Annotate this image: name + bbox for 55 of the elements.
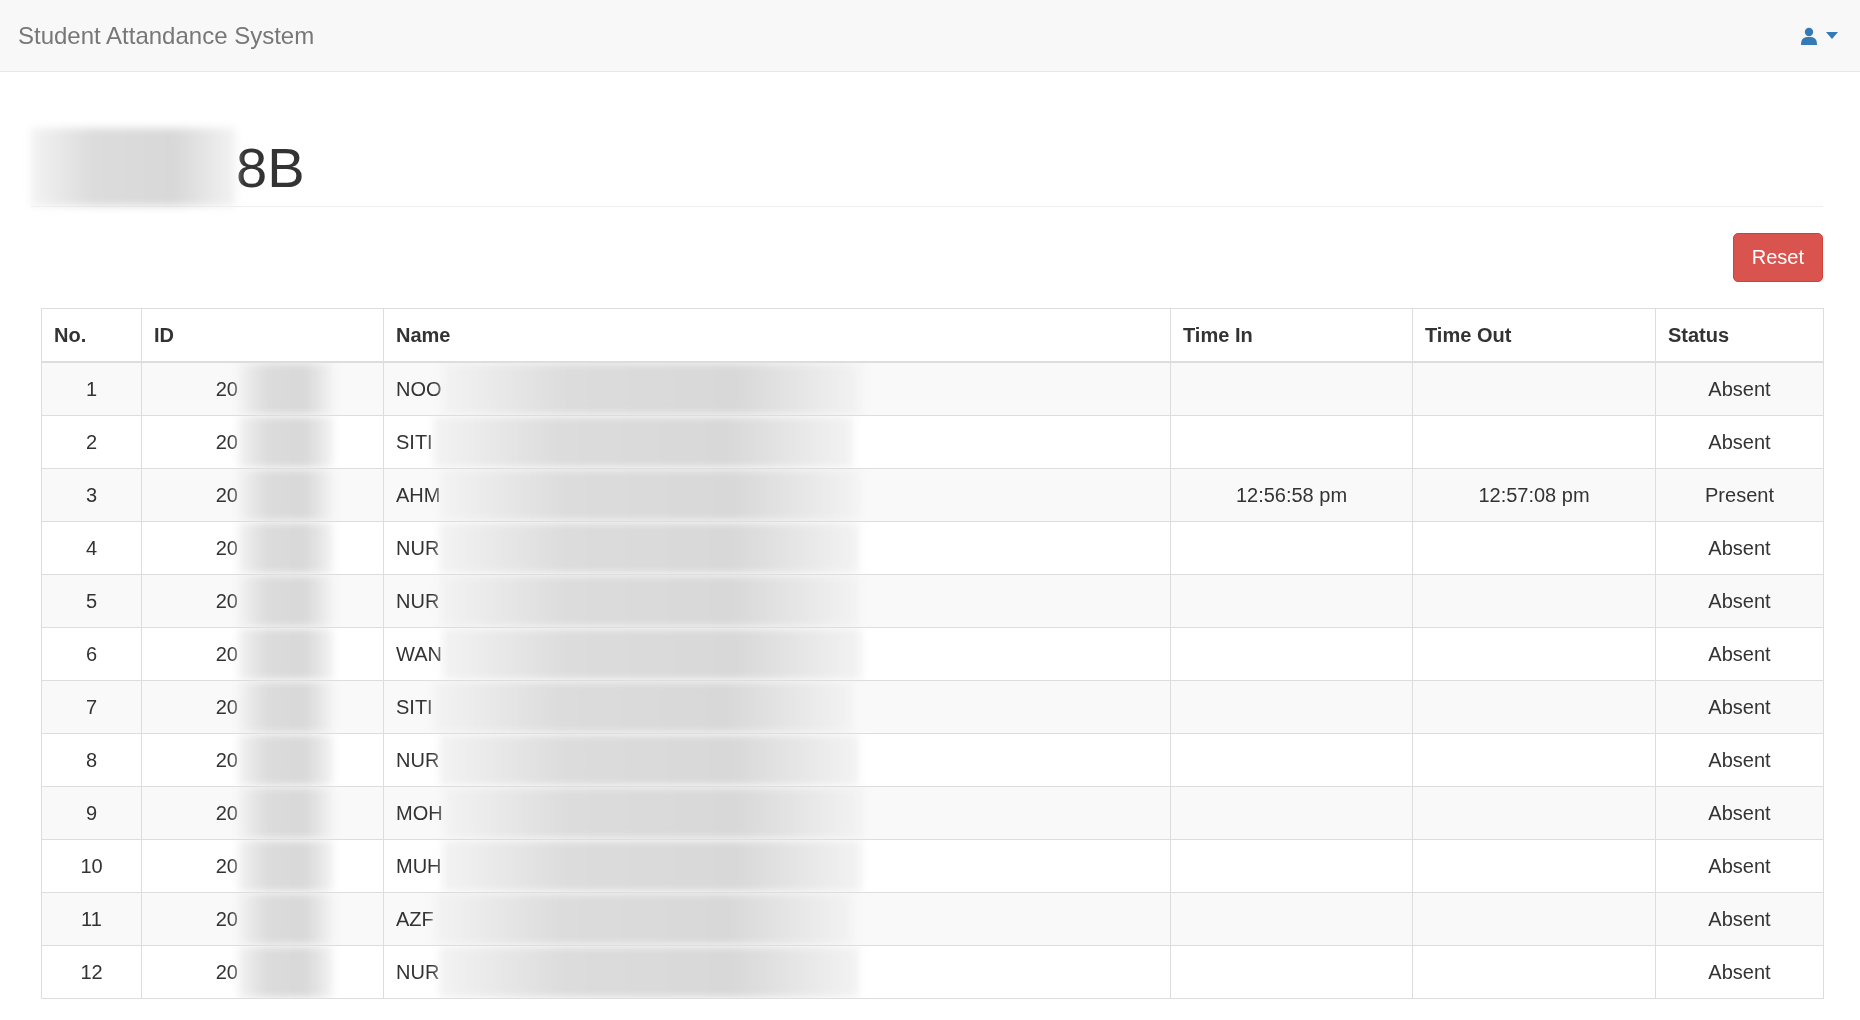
student-id: 20 [215,748,238,771]
time-in: 12:56:58 pm [1235,484,1348,507]
student-id: 20 [215,536,238,559]
student-id: 20 [215,960,238,983]
status-text: Absent [1708,431,1771,454]
student-name: MOH [396,801,443,824]
user-icon [1800,26,1818,45]
status-text: Absent [1708,696,1771,719]
student-name: MUH [396,854,442,877]
status-text: Absent [1708,378,1771,401]
row-number: 9 [85,802,98,825]
student-id: 20 [215,377,238,400]
student-id: 20 [215,907,238,930]
student-name: WAN [396,642,442,665]
student-name: NUR [396,536,440,559]
student-id: 20 [215,695,238,718]
row-number: 8 [85,749,98,772]
status-text: Absent [1708,855,1771,878]
row-number: 11 [81,908,102,931]
student-name: NUR [396,748,440,771]
student-id: 20 [215,854,238,877]
student-id: 20 [215,430,238,453]
time-out: 12:57:08 pm [1478,484,1590,507]
student-name: NUR [396,589,440,612]
app-brand[interactable]: Student Attandance System [18,21,315,50]
status-text: Absent [1708,802,1771,825]
status-text: Absent [1708,537,1771,560]
student-name: SITI [396,695,433,718]
student-id: 20 [215,801,238,824]
row-number: 1 [85,378,98,401]
row-number: 4 [85,537,98,560]
student-id: 20 [215,589,238,612]
row-number: 6 [85,643,98,666]
student-name: AZF [396,907,434,930]
status-text: Absent [1708,590,1771,613]
student-name: NOO [396,377,442,400]
status-text: Absent [1708,749,1771,772]
row-number: 5 [85,590,98,613]
student-id: 20 [215,483,238,506]
student-name: AHM [396,483,441,506]
row-number: 3 [85,484,98,507]
row-number: 2 [85,431,98,454]
status-text: Present [1705,484,1774,507]
student-name: SITI [396,430,433,453]
row-number: 12 [80,961,103,984]
student-id: 20 [215,642,238,665]
student-name: NUR [396,960,440,983]
page-title: 8B [236,134,305,200]
row-number: 10 [80,855,103,878]
row-number: 7 [85,696,98,719]
reset-button[interactable]: Reset [1732,233,1823,282]
status-text: Absent [1708,643,1771,666]
caret-icon [1826,32,1838,39]
status-text: Absent [1708,961,1771,984]
status-text: Absent [1708,908,1771,931]
